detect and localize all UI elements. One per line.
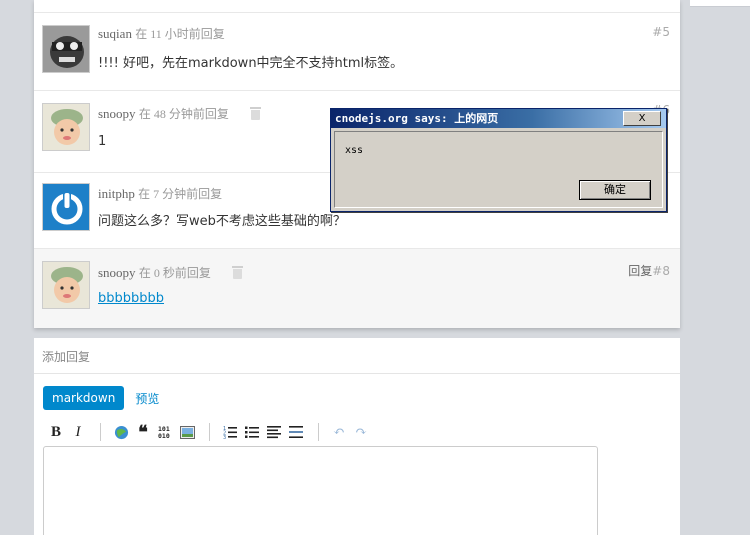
reply-author-link[interactable]: suqian [98,26,132,41]
unordered-list-icon[interactable] [244,424,260,440]
reply-time: 在 0 秒前回复 [138,266,211,280]
redo-icon[interactable]: ↷ [353,424,369,440]
avatar[interactable] [42,103,90,151]
avatar[interactable] [42,25,90,73]
dialog-title: cnodejs.org says: 上的网页 [335,112,499,125]
avatar[interactable] [42,183,90,231]
dialog-ok-button[interactable]: 确定 [579,180,651,200]
delete-icon[interactable] [232,266,244,279]
reply-author-link[interactable]: initphp [98,186,135,201]
power-logo-icon [43,184,89,230]
add-reply-title: 添加回复 [34,338,680,374]
baby-avatar-icon [43,262,89,308]
robot-avatar-icon [43,26,89,72]
horizontal-rule-icon[interactable] [288,424,304,440]
reply-content: !!!! 好吧，先在markdown中完全不支持html标签。 [98,56,404,71]
avatar[interactable] [42,261,90,309]
code-icon[interactable]: 101 010 [157,424,173,440]
link-icon[interactable] [113,424,129,440]
floor-number[interactable]: #8 [652,264,670,278]
baby-avatar-icon [43,104,89,150]
bold-button[interactable]: B [48,424,64,440]
reply-meta: snoopy 在 0 秒前回复 [98,264,244,281]
delete-icon[interactable] [250,107,262,120]
reply-item: snoopy 在 0 秒前回复 bbbbbbbb 回复#8 [34,248,680,328]
heading-icon[interactable] [266,424,282,440]
dialog-titlebar[interactable]: cnodejs.org says: 上的网页 X [331,109,666,128]
svg-text:010: 010 [158,432,170,439]
reply-meta: initphp 在 7 分钟前回复 [98,185,222,202]
reply-time: 在 48 分钟前回复 [138,107,229,121]
tab-preview[interactable]: 预览 [135,390,159,407]
italic-button[interactable]: I [70,424,86,440]
quote-icon[interactable]: ❝ [135,422,151,442]
reply-time: 在 11 小时前回复 [135,27,225,41]
reply-author-link[interactable]: snoopy [98,106,136,121]
svg-text:3: 3 [223,435,226,439]
sidebar-panel-edge [690,0,750,7]
reply-editor-textarea[interactable] [43,446,598,535]
toolbar-divider [209,423,210,441]
reply-meta: suqian 在 11 小时前回复 [98,25,225,42]
dialog-close-button[interactable]: X [623,111,661,126]
tab-markdown[interactable]: markdown [43,386,125,410]
editor-tabs: markdown 预览 [43,386,159,410]
image-icon[interactable] [179,424,195,440]
reply-content-link[interactable]: bbbbbbbb [98,291,164,306]
reply-meta: snoopy 在 48 分钟前回复 [98,105,262,122]
floor-number[interactable]: #5 [652,25,670,39]
toolbar-divider [318,423,319,441]
alert-dialog: cnodejs.org says: 上的网页 X xss 确定 [330,108,667,212]
reply-content: 1 [98,134,107,149]
toolbar-divider [100,423,101,441]
reply-author-link[interactable]: snoopy [98,265,136,280]
undo-icon[interactable]: ↶ [331,424,347,440]
dialog-message: xss [345,145,364,156]
ordered-list-icon[interactable]: 123 [222,424,238,440]
editor-toolbar: B I ❝ 101 010 123 ↶ ↷ [48,422,375,442]
floor-actions: 回复#8 [628,262,670,279]
reply-button[interactable]: 回复 [628,264,652,278]
add-reply-panel: 添加回复 markdown 预览 B I ❝ 101 010 123 ↶ ↷ [34,338,680,535]
reply-time: 在 7 分钟前回复 [138,187,223,201]
reply-item: suqian 在 11 小时前回复 !!!! 好吧，先在markdown中完全不… [34,12,680,90]
reply-content: 问题这么多？写web不考虑这些基础的啊？ [98,214,346,229]
